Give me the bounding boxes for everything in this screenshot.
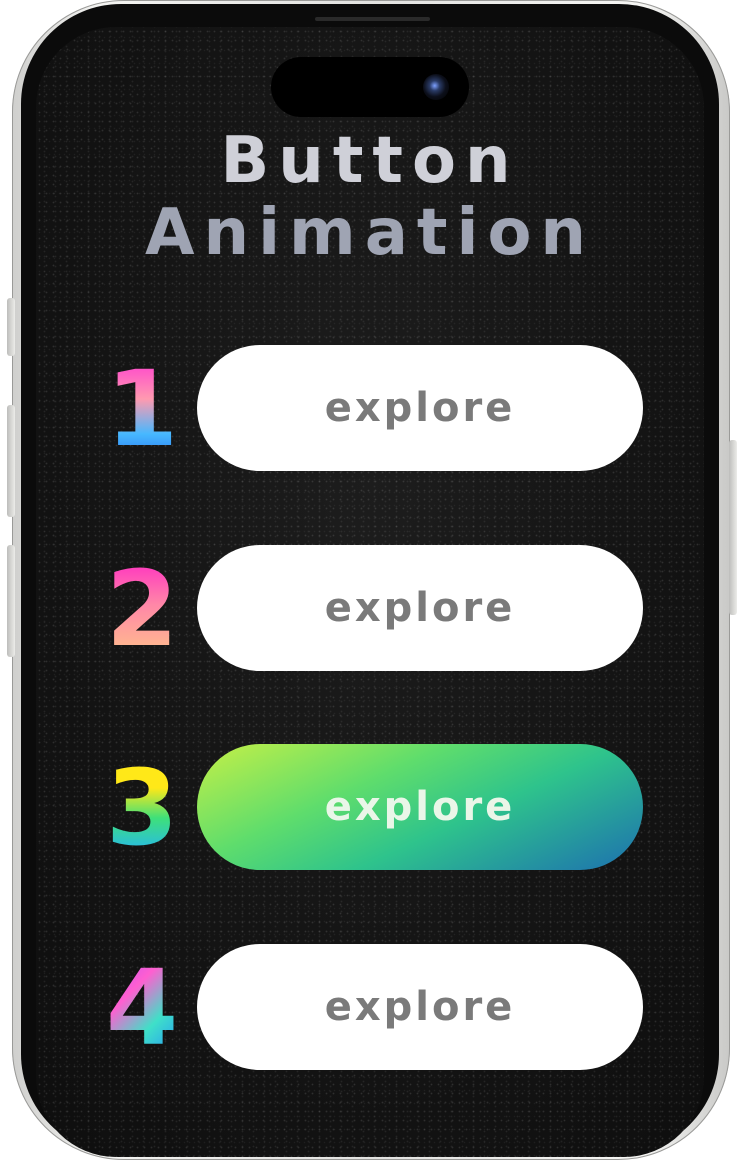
button-row-3: 3 explore — [36, 744, 704, 872]
number-2-label: 2 — [102, 557, 182, 661]
number-4-label: 4 — [102, 956, 182, 1060]
volume-up-button — [7, 405, 15, 517]
front-camera-icon — [423, 74, 449, 100]
title-line-2: Animation — [145, 196, 595, 270]
number-3-label: 3 — [102, 756, 182, 860]
dynamic-island — [271, 57, 469, 117]
power-button — [729, 440, 737, 615]
explore-button-2[interactable]: explore — [197, 545, 643, 671]
button-row-4: 4 explore — [36, 944, 704, 1072]
title-line-1: Button — [220, 124, 520, 198]
action-button — [7, 298, 15, 356]
earpiece-speaker — [315, 17, 430, 21]
button-row-2: 2 explore — [36, 545, 704, 673]
page-title: Button Animation — [36, 125, 704, 269]
number-1-label: 1 — [102, 357, 182, 461]
explore-button-4[interactable]: explore — [197, 944, 643, 1070]
phone-screen: Button Animation 1 explore 2 explore 3 e… — [36, 27, 704, 1157]
explore-button-1[interactable]: explore — [197, 345, 643, 471]
explore-button-3[interactable]: explore — [197, 744, 643, 870]
button-row-1: 1 explore — [36, 345, 704, 473]
volume-down-button — [7, 545, 15, 657]
